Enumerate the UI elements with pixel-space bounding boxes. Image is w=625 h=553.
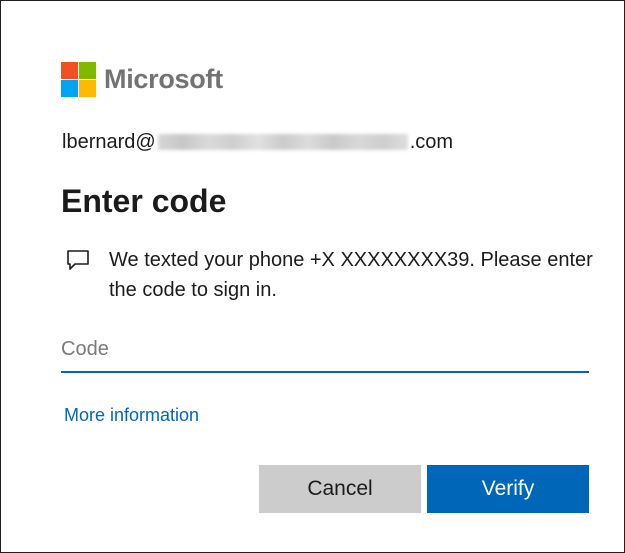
account-identity: lbernard@ .com	[62, 129, 453, 155]
message-text: We texted your phone +X XXXXXXXX39. Plea…	[109, 249, 593, 301]
microsoft-logo: Microsoft	[61, 62, 223, 97]
chat-bubble-icon	[67, 250, 89, 270]
brand-name: Microsoft	[104, 64, 223, 94]
more-information-link[interactable]: More information	[64, 403, 199, 427]
code-input[interactable]	[61, 331, 589, 373]
verify-button[interactable]: Verify	[427, 465, 589, 513]
page-title: Enter code	[61, 183, 227, 219]
sign-in-dialog: Microsoft lbernard@ .com Enter code We t…	[0, 0, 625, 553]
identity-suffix: .com	[409, 131, 454, 153]
identity-prefix: lbernard@	[62, 131, 156, 153]
redacted-domain	[157, 134, 408, 150]
sms-message: We texted your phone +X XXXXXXXX39. Plea…	[65, 245, 595, 305]
cancel-button[interactable]: Cancel	[259, 465, 421, 513]
microsoft-logo-icon	[61, 62, 96, 97]
